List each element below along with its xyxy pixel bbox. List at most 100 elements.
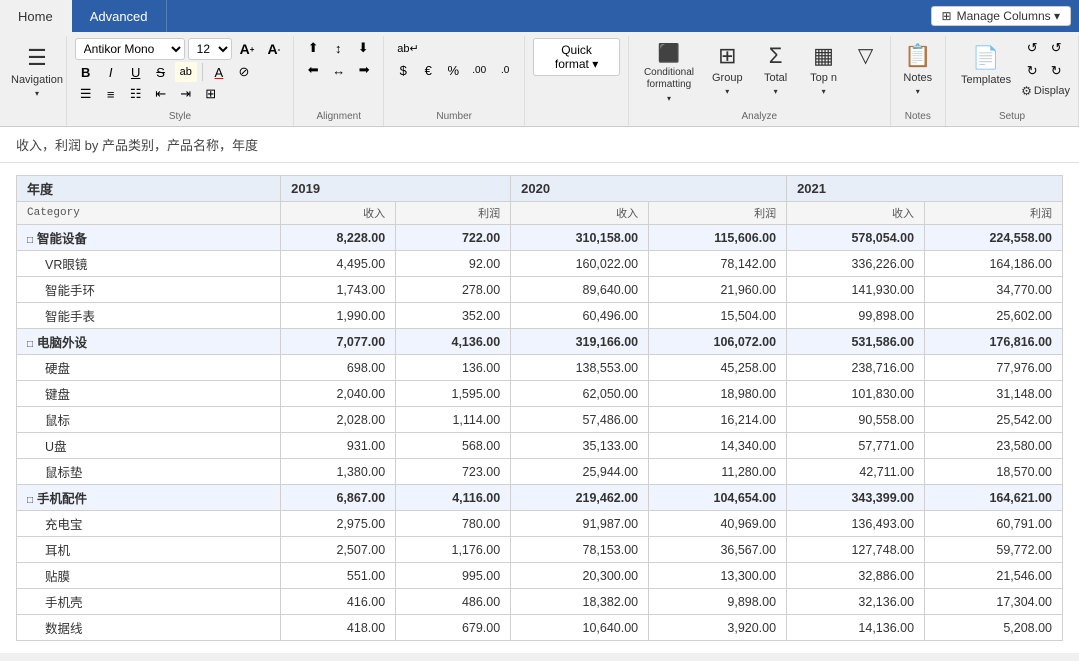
- list-button[interactable]: ⊞: [200, 84, 222, 104]
- highlight-button[interactable]: ab: [175, 62, 197, 82]
- undo-button[interactable]: ↺: [1021, 38, 1043, 58]
- templates-button[interactable]: 📄 Templates: [954, 40, 1018, 96]
- indent-right-button[interactable]: ⇥: [175, 84, 197, 104]
- table-row: 耳机2,507.001,176.0078,153.0036,567.00127,…: [17, 537, 1063, 563]
- manage-columns-button[interactable]: ⊞ Manage Columns ▾: [931, 6, 1071, 26]
- separator: [202, 63, 203, 81]
- table-row: 手机壳416.00486.0018,382.009,898.0032,136.0…: [17, 589, 1063, 615]
- table-row: 充电宝2,975.00780.0091,987.0040,969.00136,4…: [17, 511, 1063, 537]
- templates-icon: 📄: [972, 45, 999, 71]
- align-bottom-row: ⬅ ↔ ➡: [302, 60, 375, 80]
- notes-button[interactable]: 📋 Notes ▾: [896, 38, 940, 101]
- indent-left-button[interactable]: ⇤: [150, 84, 172, 104]
- table-row: U盘931.00568.0035,133.0014,340.0057,771.0…: [17, 433, 1063, 459]
- style-label: Style: [75, 111, 286, 122]
- table-row: □手机配件6,867.004,116.00219,462.00104,654.0…: [17, 485, 1063, 511]
- content-area: 年度 2019 2020 2021 Category 收入 利润 收入 利润 收…: [0, 163, 1079, 653]
- align-center-button[interactable]: ≡: [100, 84, 122, 104]
- italic-button[interactable]: I: [100, 62, 122, 82]
- wrap-text-button[interactable]: ab↵: [392, 38, 423, 58]
- currency-dollar-button[interactable]: $: [392, 60, 414, 80]
- table-wrapper: 年度 2019 2020 2021 Category 收入 利润 收入 利润 收…: [16, 175, 1063, 641]
- col-header-2019-profit: 利润: [396, 202, 511, 225]
- bold-button[interactable]: B: [75, 62, 97, 82]
- total-button[interactable]: Σ Total ▾: [754, 38, 798, 101]
- tab-advanced[interactable]: Advanced: [72, 0, 167, 32]
- table-row: □电脑外设7,077.004,136.00319,166.00106,072.0…: [17, 329, 1063, 355]
- halign-left-button[interactable]: ⬅: [302, 60, 324, 80]
- table-body: □智能设备8,228.00722.00310,158.00115,606.005…: [17, 225, 1063, 641]
- valign-mid-button[interactable]: ↕: [327, 38, 349, 58]
- format-row: B I U S ab A ⊘: [75, 62, 255, 82]
- filter-button[interactable]: ▽: [850, 38, 882, 94]
- underline-button[interactable]: U: [125, 62, 147, 82]
- quick-format-group: Quick format ▾ qf: [525, 36, 629, 126]
- ribbon: ☰ Navigation ▾ nav Antikor Mono 12 A+ A-…: [0, 32, 1079, 127]
- conditional-formatting-button[interactable]: ⬛ Conditionalformatting ▾: [637, 38, 701, 108]
- table-row: VR眼镜4,495.0092.00160,022.0078,142.00336,…: [17, 251, 1063, 277]
- col-header-2019-revenue: 收入: [281, 202, 396, 225]
- decimal-decrease-button[interactable]: .0: [494, 60, 516, 80]
- decimal-increase-button[interactable]: .00: [467, 60, 491, 80]
- align-right-button[interactable]: ☷: [125, 84, 147, 104]
- text-background-button[interactable]: ⊘: [233, 62, 255, 82]
- align-icons-row: ☰ ≡ ☷ ⇤ ⇥ ⊞: [75, 84, 222, 104]
- valign-bot-button[interactable]: ⬇: [352, 38, 374, 58]
- year-2020-header: 2020: [511, 176, 787, 202]
- group-icon: ⊞: [718, 43, 736, 69]
- table-row: 鼠标2,028.001,114.0057,486.0016,214.0090,5…: [17, 407, 1063, 433]
- text-color-button[interactable]: A: [208, 62, 230, 82]
- group-button[interactable]: ⊞ Group ▾: [705, 38, 750, 101]
- table-row: 贴膜551.00995.0020,300.0013,300.0032,886.0…: [17, 563, 1063, 589]
- table-row: 键盘2,040.001,595.0062,050.0018,980.00101,…: [17, 381, 1063, 407]
- analyze-label: Analyze: [637, 111, 882, 122]
- strikethrough-button[interactable]: S: [150, 62, 172, 82]
- cf-dropdown-icon: ▾: [667, 94, 671, 103]
- font-size-increase-button[interactable]: A+: [235, 39, 260, 59]
- year-2019-header: 2019: [281, 176, 511, 202]
- font-name-select[interactable]: Antikor Mono: [75, 38, 185, 60]
- col-header-2021-profit: 利润: [925, 202, 1063, 225]
- undo2-button[interactable]: ↺: [1045, 38, 1067, 58]
- col-header-2020-revenue: 收入: [511, 202, 649, 225]
- font-row: Antikor Mono 12 A+ A-: [75, 38, 286, 60]
- filter-icon: ▽: [858, 43, 873, 68]
- total-dropdown-icon: ▾: [774, 87, 778, 96]
- table-row: □智能设备8,228.00722.00310,158.00115,606.005…: [17, 225, 1063, 251]
- nav-dropdown-icon: ▾: [35, 89, 39, 98]
- tab-home[interactable]: Home: [0, 0, 72, 32]
- redo2-button[interactable]: ↻: [1045, 61, 1067, 81]
- year-header-row: 年度 2019 2020 2021: [17, 176, 1063, 202]
- col-header-row: Category 收入 利润 收入 利润 收入 利润: [17, 202, 1063, 225]
- currency-euro-button[interactable]: €: [417, 60, 439, 80]
- tab-bar: Home Advanced ⊞ Manage Columns ▾: [0, 0, 1079, 32]
- expand-icon: □: [27, 235, 33, 246]
- font-size-select[interactable]: 12: [188, 38, 232, 60]
- align-left-button[interactable]: ☰: [75, 84, 97, 104]
- data-table: 年度 2019 2020 2021 Category 收入 利润 收入 利润 收…: [16, 175, 1063, 641]
- table-row: 鼠标垫1,380.00723.0025,944.0011,280.0042,71…: [17, 459, 1063, 485]
- gear-icon: ⚙: [1021, 84, 1032, 98]
- halign-center-button[interactable]: ↔: [327, 60, 350, 80]
- navigation-button[interactable]: ☰ Navigation ▾: [4, 40, 70, 103]
- topn-button[interactable]: ▦ Top n ▾: [802, 38, 846, 101]
- font-size-decrease-button[interactable]: A-: [262, 39, 285, 59]
- col-header-2020-profit: 利润: [649, 202, 787, 225]
- table-row: 智能手环1,743.00278.0089,640.0021,960.00141,…: [17, 277, 1063, 303]
- percent-button[interactable]: %: [442, 60, 464, 80]
- alignment-label: Alignment: [302, 111, 375, 122]
- redo-button[interactable]: ↻: [1021, 61, 1043, 81]
- breadcrumb: 收入，利润 by 产品类别，产品名称，年度: [0, 127, 1079, 163]
- expand-icon: □: [27, 339, 33, 350]
- year-2021-header: 2021: [787, 176, 1063, 202]
- total-icon: Σ: [769, 43, 783, 69]
- notes-icon: 📋: [904, 43, 931, 69]
- expand-icon: □: [27, 495, 33, 506]
- navigation-group: ☰ Navigation ▾ nav: [0, 36, 67, 126]
- table-row: 智能手表1,990.00352.0060,496.0015,504.0099,8…: [17, 303, 1063, 329]
- quick-format-button[interactable]: Quick format ▾: [533, 38, 620, 76]
- topn-dropdown-icon: ▾: [822, 87, 826, 96]
- valign-top-button[interactable]: ⬆: [302, 38, 324, 58]
- halign-right-button[interactable]: ➡: [353, 60, 375, 80]
- notes-group: 📋 Notes ▾ Notes: [891, 36, 946, 126]
